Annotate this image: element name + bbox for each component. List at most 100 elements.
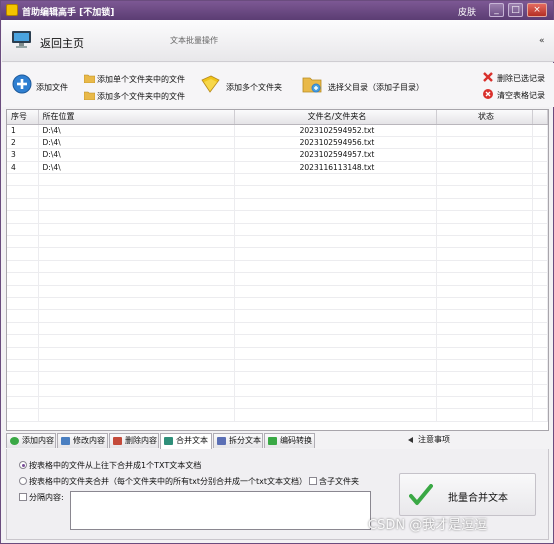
table-row-empty[interactable] [7,359,548,373]
tab-modify-content[interactable]: 修改内容 [57,433,108,448]
tab-encoding-convert[interactable]: 编码转换 [264,433,315,448]
include-subfolders-checkbox[interactable] [309,477,317,485]
table-row-empty[interactable] [7,272,548,286]
edit-icon [61,437,70,445]
folder-icon [84,74,95,83]
delete-selected-button[interactable]: 删除已选记录 [497,73,545,84]
cell-name: 2023102594956.txt [234,136,437,150]
maximize-button[interactable]: □ [508,3,523,17]
split-icon [217,437,226,445]
notice-link[interactable]: 注意事项 [408,434,450,445]
add-multi-folders-button[interactable]: 添加多个文件夹 [226,82,282,93]
skin-link[interactable]: 皮肤 [458,5,476,18]
table-row-empty[interactable] [7,396,548,410]
column-header-blank [532,110,548,125]
separator-option[interactable]: 分隔内容: [19,492,64,503]
add-file-button[interactable]: 添加文件 [36,82,68,93]
add-circle-icon[interactable] [12,74,32,94]
app-window: 首助编辑高手 [不加锁] 皮肤 _ □ × 返回主页 文本批量操作 « 添加文件… [0,0,554,544]
close-button[interactable]: × [527,3,547,17]
table-row[interactable]: 2 D:\4\ 2023102594956.txt [7,136,548,150]
folders-icon[interactable] [201,75,220,93]
table-row-empty[interactable] [7,384,548,398]
table-row-empty[interactable] [7,247,548,261]
select-parent-dir-button[interactable]: 选择父目录（添加子目录） [328,82,424,93]
clear-icon [483,89,493,99]
table-row-empty[interactable] [7,408,548,422]
cell-index: 1 [7,124,39,137]
parent-folder-icon[interactable] [302,74,322,94]
cell-status [436,136,533,150]
cell-name: 2023102594952.txt [234,124,437,137]
tab-split-text[interactable]: 拆分文本 [213,433,263,448]
collapse-button[interactable]: « [539,36,545,46]
table-row-empty[interactable] [7,173,548,187]
delete-x-icon [483,72,493,82]
page-subtitle: 文本批量操作 [170,36,218,45]
cell-status [436,161,533,175]
column-header-index[interactable]: 序号 [7,110,39,125]
cell-index: 2 [7,136,39,150]
add-single-folder-files-button[interactable]: 添加单个文件夹中的文件 [97,74,185,85]
cell-index: 3 [7,148,39,162]
toolbar: 添加文件 添加单个文件夹中的文件 添加多个文件夹中的文件 添加多个文件夹 选择父… [2,63,554,107]
table-row-empty[interactable] [7,334,548,348]
table-row-empty[interactable] [7,309,548,323]
cell-status [436,124,533,137]
column-header-status[interactable]: 状态 [436,110,533,125]
column-header-location[interactable]: 所在位置 [38,110,235,125]
cell-location: D:\4\ [38,148,235,162]
table-row-empty[interactable] [7,371,548,385]
table-row-empty[interactable] [7,235,548,249]
table-header-row: 序号 所在位置 文件名/文件夹名 状态 [7,110,548,125]
separator-checkbox[interactable] [19,493,27,501]
table-row-empty[interactable] [7,185,548,199]
table-row[interactable]: 3 D:\4\ 2023102594957.txt [7,148,548,162]
cell-status [436,148,533,162]
table-row-empty[interactable] [7,260,548,274]
file-table[interactable]: 序号 所在位置 文件名/文件夹名 状态 1 D:\4\ 2023102594952.… [6,109,549,431]
table-row-empty[interactable] [7,322,548,336]
cell-name: 2023116113148.txt [234,161,437,175]
table-row[interactable]: 1 D:\4\ 2023102594952.txt [7,124,548,137]
add-multi-folder-files-button[interactable]: 添加多个文件夹中的文件 [97,91,185,102]
merge-button[interactable]: 批量合并文本 [399,473,536,516]
tab-merge-text[interactable]: 合并文本 [160,433,212,449]
watermark: CSDN @我才是逗逗 [368,518,488,533]
tab-add-content[interactable]: 添加内容 [6,433,56,448]
header-bar: 返回主页 文本批量操作 « [2,20,554,62]
table-row[interactable]: 4 D:\4\ 2023116113148.txt [7,161,548,175]
checkmark-icon [409,484,433,505]
table-row-empty[interactable] [7,210,548,224]
cell-name: 2023102594957.txt [234,148,437,162]
clear-table-button[interactable]: 清空表格记录 [497,90,545,101]
app-icon [6,4,18,16]
include-subfolders-option[interactable]: 含子文件夹 [309,476,359,487]
cell-location: D:\4\ [38,136,235,150]
merge-icon [164,437,173,445]
add-icon [10,437,19,445]
option-merge-by-folder[interactable]: 按表格中的文件夹合并（每个文件夹中的所有txt分别合并成一个txt文本文档） [19,476,307,487]
table-row-empty[interactable] [7,347,548,360]
cell-location: D:\4\ [38,161,235,175]
separator-textarea[interactable] [70,491,371,530]
radio-merge-by-folder[interactable] [19,477,27,485]
cell-index: 4 [7,161,39,175]
tab-delete-content[interactable]: 删除内容 [109,433,159,448]
title-bar: 首助编辑高手 [不加锁] 皮肤 _ □ × [1,1,553,20]
tab-strip: 添加内容 修改内容 删除内容 合并文本 拆分文本 编码转换 [6,433,549,449]
table-row-empty[interactable] [7,297,548,311]
table-row-empty[interactable] [7,198,548,212]
column-header-name[interactable]: 文件名/文件夹名 [234,110,437,125]
table-row-empty[interactable] [7,285,548,298]
minimize-button[interactable]: _ [489,3,504,17]
option-merge-all[interactable]: 按表格中的文件从上往下合并成1个TXT文本文档 [19,460,201,471]
home-link[interactable]: 返回主页 [40,35,84,51]
monitor-icon [12,31,31,48]
delete-icon [113,437,122,445]
table-row-empty[interactable] [7,223,548,237]
folder-icon [84,91,95,100]
window-title: 首助编辑高手 [不加锁] [22,8,115,18]
convert-icon [268,437,277,445]
radio-merge-all[interactable] [19,461,27,469]
